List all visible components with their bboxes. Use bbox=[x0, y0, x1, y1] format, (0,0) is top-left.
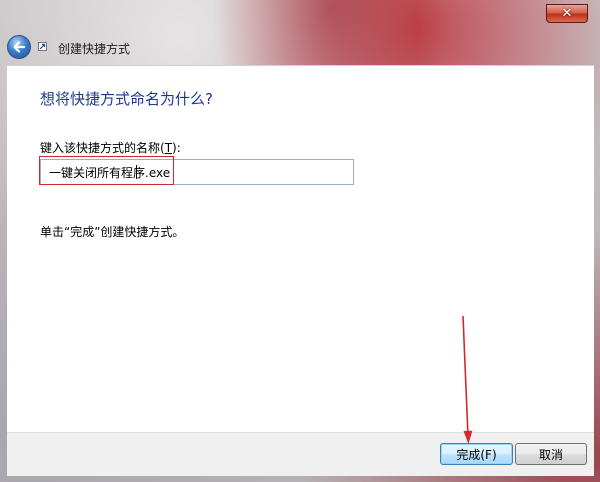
wizard-footer: 完成(F) 取消 bbox=[7, 432, 594, 476]
back-button[interactable] bbox=[7, 35, 31, 59]
wizard-content: 想将快捷方式命名为什么? 键入该快捷方式的名称(T): 单击“完成”创建快捷方式… bbox=[7, 65, 594, 433]
finish-hint-text: 单击“完成”创建快捷方式。 bbox=[40, 225, 185, 239]
cancel-button[interactable]: 取消 bbox=[515, 443, 587, 465]
window-title: 创建快捷方式 bbox=[58, 42, 131, 56]
close-button[interactable]: ✕ bbox=[546, 4, 588, 23]
window-frame: ✕ 创建快捷方式 想将快捷方式命名为什么? 键入该快捷方式的名称(T): 单击“… bbox=[0, 0, 600, 482]
page-heading: 想将快捷方式命名为什么? bbox=[40, 90, 213, 108]
label-access-key: T bbox=[164, 141, 173, 155]
shortcut-name-label: 键入该快捷方式的名称(T): bbox=[40, 139, 181, 156]
label-suffix: ): bbox=[172, 141, 181, 155]
shortcut-name-input[interactable] bbox=[40, 159, 354, 185]
back-arrow-icon bbox=[13, 41, 26, 53]
finish-button[interactable]: 完成(F) bbox=[440, 443, 513, 465]
text-caret bbox=[136, 165, 137, 179]
label-prefix: 键入该快捷方式的名称( bbox=[40, 141, 165, 155]
shortcut-icon bbox=[38, 42, 47, 51]
close-icon: ✕ bbox=[561, 6, 573, 21]
